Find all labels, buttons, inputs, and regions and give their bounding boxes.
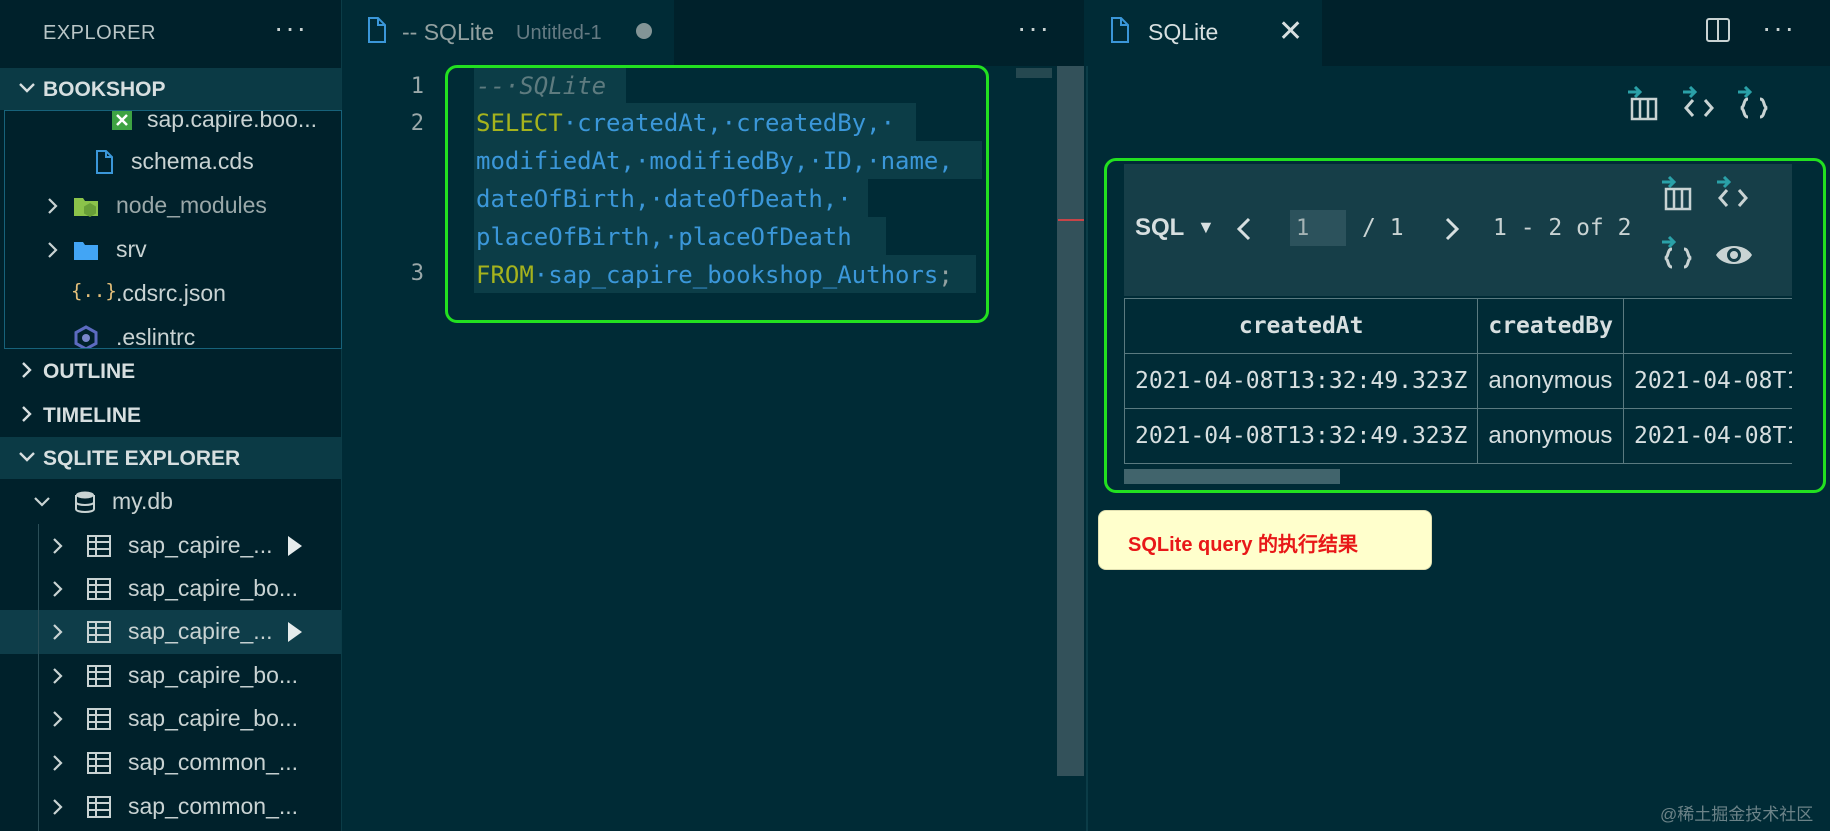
tree-item-excel[interactable]: sap.capire.boo...	[5, 110, 341, 142]
section-timeline-label: TIMELINE	[43, 404, 141, 427]
run-query-icon[interactable]	[282, 533, 308, 559]
table-label: sap_common_...	[128, 749, 299, 775]
database-label: my.db	[112, 488, 173, 514]
table-label: sap_capire_bo...	[128, 575, 299, 601]
explorer-title: EXPLORER	[43, 22, 156, 44]
tree-item-schema[interactable]: schema.cds	[5, 140, 341, 184]
folder-icon	[74, 242, 98, 260]
editor-more-button[interactable]: ···	[1017, 12, 1051, 44]
tree-item-eslintrc[interactable]: .eslintrc	[5, 316, 341, 349]
tree-item-label: sap.capire.boo...	[147, 110, 318, 132]
explorer-more-button[interactable]: ···	[274, 12, 308, 44]
annotation-note-text: SQLite query 的执行结果	[1128, 534, 1359, 556]
minimap[interactable]	[1016, 68, 1052, 78]
chevron-right-icon	[22, 362, 32, 378]
section-outline-label: OUTLINE	[43, 360, 136, 383]
json-icon: {..}	[71, 280, 117, 302]
table-icon	[87, 796, 111, 818]
tree-indent-guide	[38, 524, 39, 831]
file-icon	[368, 17, 386, 43]
editor-tab-title: -- SQLite	[402, 19, 495, 45]
explorer-header: EXPLORER ···	[0, 0, 341, 66]
export-json-icon[interactable]	[1736, 86, 1772, 122]
table-icon	[87, 665, 111, 687]
table-item[interactable]: sap_capire_bo...	[0, 654, 341, 698]
chevron-right-icon	[53, 668, 63, 684]
watermark: @稀土掘金技术社区	[1660, 805, 1814, 824]
table-item[interactable]: sap_capire_bo...	[0, 567, 341, 611]
table-label: sap_capire_...	[128, 532, 273, 558]
chevron-right-icon	[53, 755, 63, 771]
table-label: sap_capire_...	[128, 618, 273, 644]
chevron-right-icon	[22, 406, 32, 422]
section-sqlite-explorer[interactable]: SQLITE EXPLORER	[0, 437, 341, 479]
chevron-right-icon	[48, 242, 58, 258]
table-icon	[87, 752, 111, 774]
line-number: 3	[410, 261, 424, 286]
chevron-down-icon	[19, 83, 35, 93]
tree-item-label: schema.cds	[131, 148, 254, 174]
highlight-box	[445, 65, 989, 323]
split-editor-icon[interactable]	[1704, 16, 1732, 44]
line-number: 1	[410, 74, 424, 99]
highlight-box	[1104, 158, 1826, 493]
section-bookshop[interactable]: BOOKSHOP	[0, 68, 341, 110]
bookshop-tree: sap.capire.boo... schema.cds node_module…	[4, 110, 342, 349]
results-more-button[interactable]: ···	[1762, 12, 1796, 44]
file-icon	[1111, 17, 1129, 43]
editor-tab-subtitle: Untitled-1	[516, 22, 602, 44]
file-icon	[96, 150, 113, 174]
results-tab-title: SQLite	[1148, 19, 1219, 45]
database-icon	[75, 491, 95, 513]
tree-item-node-modules[interactable]: node_modules	[5, 184, 341, 228]
folder-node-icon	[74, 198, 98, 217]
table-label: sap_common_...	[128, 793, 299, 819]
section-sqlite-explorer-label: SQLITE EXPLORER	[43, 447, 241, 470]
scrollbar-marker	[1058, 219, 1084, 221]
tree-item-label: node_modules	[116, 192, 267, 218]
tree-item-label: .eslintrc	[116, 324, 196, 349]
database-item[interactable]: my.db	[0, 480, 341, 524]
export-html-icon[interactable]	[1681, 86, 1717, 122]
table-icon	[87, 708, 111, 730]
close-icon[interactable]: ✕	[1278, 14, 1303, 49]
chevron-right-icon	[53, 538, 63, 554]
chevron-right-icon	[53, 799, 63, 815]
table-icon	[87, 621, 111, 643]
section-outline[interactable]: OUTLINE	[0, 350, 341, 392]
chevron-right-icon	[53, 581, 63, 597]
table-icon	[87, 535, 111, 557]
table-item[interactable]: sap_common_...	[0, 785, 341, 829]
table-item-selected[interactable]: sap_capire_...	[0, 610, 341, 654]
chevron-right-icon	[48, 198, 58, 214]
chevron-down-icon	[34, 497, 50, 507]
editor-tab[interactable]	[342, 0, 674, 66]
chevron-right-icon	[53, 624, 63, 640]
chevron-down-icon	[19, 452, 35, 462]
table-icon	[87, 578, 111, 600]
section-bookshop-label: BOOKSHOP	[43, 78, 166, 101]
table-item[interactable]: sap_capire_...	[0, 524, 341, 568]
table-item[interactable]: sap_common_...	[0, 741, 341, 785]
chevron-right-icon	[53, 711, 63, 727]
export-csv-icon[interactable]	[1626, 86, 1660, 122]
tree-item-cdsrc[interactable]: {..} .cdsrc.json	[5, 272, 341, 316]
table-label: sap_capire_bo...	[128, 662, 299, 688]
editor-scrollbar[interactable]	[1057, 66, 1084, 776]
tree-item-srv[interactable]: srv	[5, 228, 341, 272]
section-timeline[interactable]: TIMELINE	[0, 394, 341, 436]
table-item[interactable]: sap_capire_bo...	[0, 697, 341, 741]
table-label: sap_capire_bo...	[128, 705, 299, 731]
excel-file-icon	[112, 111, 132, 130]
tree-item-label: .cdsrc.json	[116, 280, 226, 306]
unsaved-dot-icon[interactable]	[636, 23, 652, 39]
line-number: 2	[410, 111, 424, 136]
run-query-icon[interactable]	[282, 619, 308, 645]
sqlite-tree: my.db sap_capire_... sap_capire_bo... sa…	[0, 480, 341, 831]
eslint-icon	[74, 325, 98, 348]
tree-item-label: srv	[116, 236, 147, 262]
